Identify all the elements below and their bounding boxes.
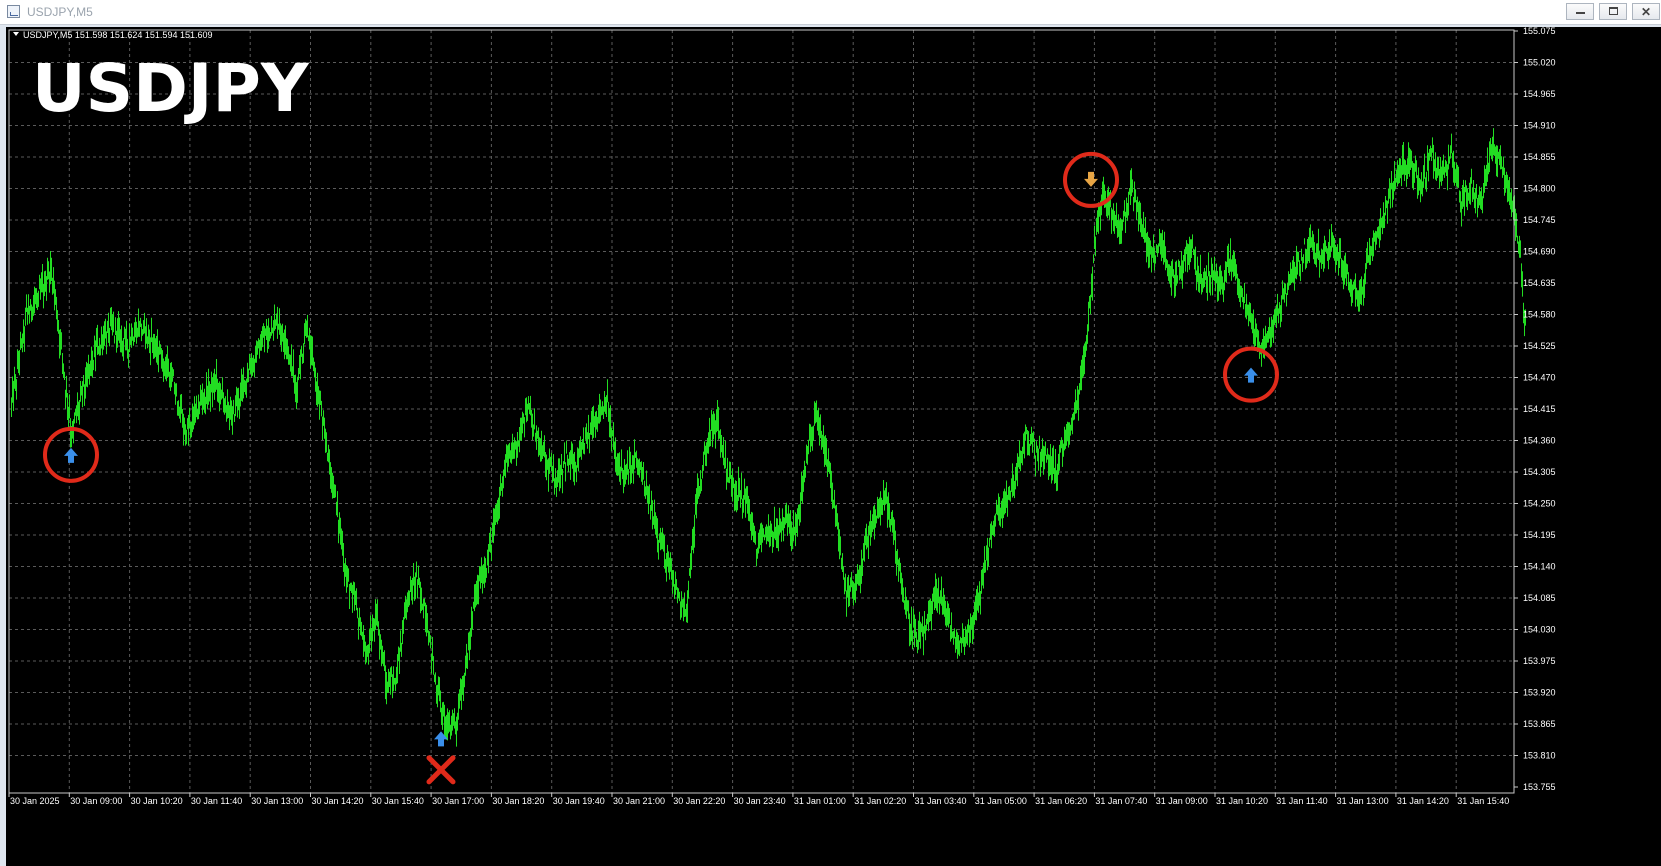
window-title: USDJPY,M5 <box>27 5 93 19</box>
time-tick-label: 31 Jan 15:40 <box>1457 796 1509 806</box>
price-tick-label: 154.635 <box>1523 278 1556 288</box>
candle-series <box>11 128 1526 747</box>
price-tick-label: 154.360 <box>1523 436 1556 446</box>
price-tick-label: 154.415 <box>1523 404 1556 414</box>
time-tick-label: 31 Jan 05:00 <box>975 796 1027 806</box>
price-tick-label: 154.965 <box>1523 89 1556 99</box>
signal-markers <box>43 151 1279 785</box>
price-chart-canvas[interactable]: 155.075 155.020 154.965 154.910 154.855 154.8… <box>6 27 1661 866</box>
time-tick-label: 30 Jan 15:40 <box>372 796 424 806</box>
price-tick-label: 154.855 <box>1523 152 1556 162</box>
price-tick-label: 155.075 <box>1523 27 1556 36</box>
time-tick-label: 30 Jan 13:00 <box>251 796 303 806</box>
price-tick-label: 153.810 <box>1523 751 1556 761</box>
price-tick-label: 153.755 <box>1523 782 1556 792</box>
minimize-button[interactable] <box>1566 3 1594 20</box>
candle-bars <box>11 128 1526 747</box>
price-tick-label: 153.865 <box>1523 719 1556 729</box>
info-line: USDJPY,M5 151.598 151.624 151.594 151.60… <box>13 30 212 40</box>
price-tick-label: 154.910 <box>1523 121 1556 131</box>
price-tick-label: 154.745 <box>1523 215 1556 225</box>
minimize-icon <box>1576 12 1585 14</box>
price-tick-label: 154.030 <box>1523 625 1556 635</box>
chart-window-icon <box>7 5 20 18</box>
buy-arrow-icon <box>1244 367 1258 383</box>
symbol-info-text: USDJPY,M5 151.598 151.624 151.594 151.60… <box>23 30 212 40</box>
plot-border <box>8 29 1515 794</box>
time-tick-label: 31 Jan 11:40 <box>1276 796 1327 806</box>
time-tick-label: 30 Jan 2025 <box>10 796 60 806</box>
cross-icon <box>426 755 456 785</box>
price-tick-label: 153.975 <box>1523 656 1556 666</box>
price-tick-label: 154.085 <box>1523 593 1556 603</box>
stop-cross[interactable] <box>426 755 456 785</box>
time-tick-label: 30 Jan 11:40 <box>191 796 242 806</box>
time-tick-label: 30 Jan 19:40 <box>553 796 605 806</box>
time-tick-label: 30 Jan 09:00 <box>70 796 122 806</box>
time-tick-label: 30 Jan 17:00 <box>432 796 484 806</box>
price-tick-label: 154.305 <box>1523 467 1556 477</box>
symbol-watermark: USDJPY <box>32 50 310 127</box>
time-tick-label: 31 Jan 13:00 <box>1337 796 1389 806</box>
time-tick-label: 31 Jan 09:00 <box>1156 796 1208 806</box>
price-tick-label: 154.690 <box>1523 247 1556 257</box>
buy-signal-3[interactable] <box>1223 346 1279 403</box>
chart-window: USDJPY,M5 ✕ 155.075 155.020 154.965 154.910… <box>0 0 1661 866</box>
price-axis: 155.075 155.020 154.965 154.910 154.855 154.8… <box>1514 27 1556 792</box>
time-tick-label: 30 Jan 22:20 <box>673 796 725 806</box>
price-tick-label: 154.800 <box>1523 184 1556 194</box>
time-axis: 30 Jan 2025 30 Jan 09:00 30 Jan 10:20 30 Ja… <box>8 793 1509 806</box>
price-tick-label: 154.250 <box>1523 499 1556 509</box>
grid <box>9 30 1514 793</box>
maximize-button[interactable] <box>1599 3 1627 20</box>
price-tick-label: 154.580 <box>1523 310 1556 320</box>
time-tick-label: 31 Jan 06:20 <box>1035 796 1087 806</box>
time-tick-label: 31 Jan 03:40 <box>915 796 967 806</box>
close-button[interactable]: ✕ <box>1632 3 1660 20</box>
time-tick-label: 31 Jan 02:20 <box>854 796 906 806</box>
time-tick-label: 30 Jan 14:20 <box>312 796 364 806</box>
price-tick-label: 154.195 <box>1523 530 1556 540</box>
sell-signal[interactable] <box>1063 151 1119 208</box>
price-tick-label: 154.470 <box>1523 373 1556 383</box>
close-icon: ✕ <box>1641 5 1652 19</box>
time-tick-label: 30 Jan 21:00 <box>613 796 665 806</box>
time-tick-label: 30 Jan 18:20 <box>492 796 544 806</box>
maximize-icon <box>1609 7 1618 15</box>
time-tick-label: 31 Jan 07:40 <box>1095 796 1147 806</box>
time-tick-label: 30 Jan 10:20 <box>131 796 183 806</box>
price-tick-label: 154.525 <box>1523 341 1556 351</box>
price-tick-label: 153.920 <box>1523 688 1556 698</box>
time-tick-label: 31 Jan 10:20 <box>1216 796 1268 806</box>
chart-menu-triangle-icon[interactable] <box>13 32 19 36</box>
time-tick-label: 31 Jan 01:00 <box>794 796 846 806</box>
price-tick-label: 155.020 <box>1523 58 1556 68</box>
buy-arrow-icon <box>64 447 78 463</box>
time-tick-label: 31 Jan 14:20 <box>1397 796 1449 806</box>
title-bar: USDJPY,M5 ✕ <box>0 0 1661 25</box>
sell-arrow-icon <box>1084 171 1098 187</box>
price-tick-label: 154.140 <box>1523 562 1556 572</box>
price-chart[interactable]: 155.075 155.020 154.965 154.910 154.855 154.8… <box>6 27 1661 866</box>
time-tick-label: 30 Jan 23:40 <box>734 796 786 806</box>
